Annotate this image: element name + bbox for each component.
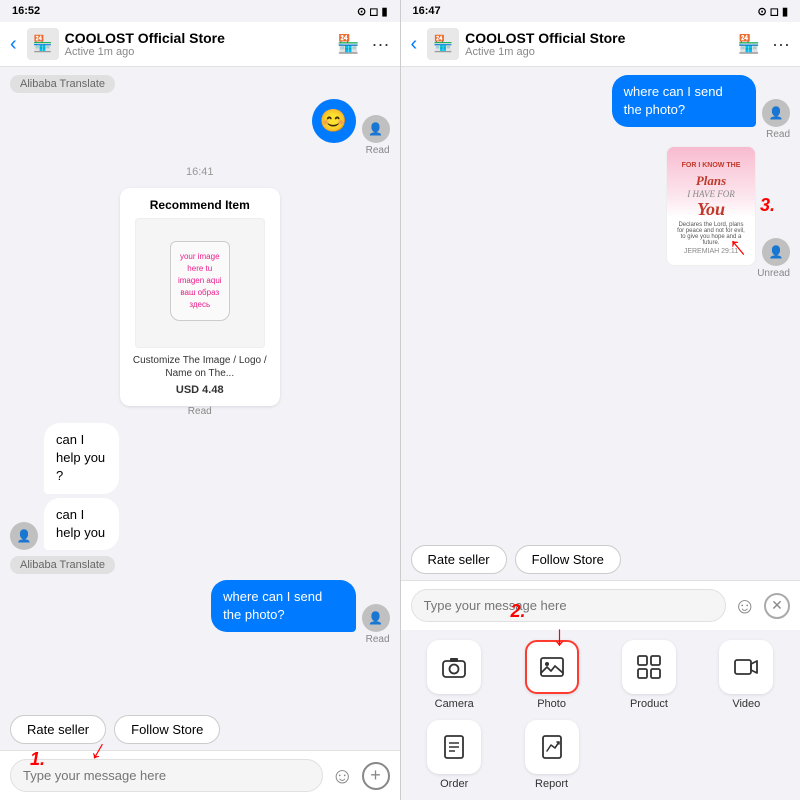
camera-label: Camera [435,698,474,710]
quick-actions-right: Rate seller Follow Store [401,539,800,580]
close-icon-right[interactable]: ✕ [764,593,790,619]
back-button-left[interactable]: ‹ [6,33,21,56]
active-status-right: Active 1m ago [465,46,731,58]
report-label: Report [535,778,568,790]
header-actions-right: 🏪 ··· [738,34,790,55]
plus-icon-left[interactable]: + [362,762,390,790]
report-icon-box[interactable] [525,720,579,774]
video-icon-box[interactable] [719,640,773,694]
photo-label: Photo [537,698,566,710]
read-label-2: Read [188,406,212,417]
user-avatar-left: 👤 [362,115,390,143]
photo-icon [538,653,566,681]
status-time-left: 16:52 [12,5,40,17]
flower-card-text: FOR I KNOW THE [678,158,745,173]
media-report[interactable]: Report [508,720,595,790]
media-grid: Camera Photo Product [401,630,800,800]
user-bubble-right: where can I send the photo? [612,75,756,127]
video-label: Video [732,698,760,710]
chat-area-right: 👤 where can I send the photo? Read 👤 FOR… [401,67,800,539]
flower-for: I HAVE FOR [687,189,735,199]
chat-area-left: Alibaba Translate 👤 😊 Read 16:41 Recomme… [0,67,400,709]
store-name-left: COOLOST Official Store [65,30,331,46]
read-label-right: Read [766,129,790,140]
flower-you: You [697,199,725,220]
media-camera[interactable]: Camera [411,640,498,710]
input-area-left: ☺ + [0,750,400,800]
status-icons-right: ⊙ ◻ ▮ [757,5,788,18]
flower-title: Plans [696,173,726,189]
store-action-icon-right[interactable]: 🏪 [738,34,760,55]
header-actions-left: 🏪 ··· [337,34,389,55]
store-avatar-1: 👤 [10,522,38,550]
unread-label-right: Unread [757,268,790,279]
store-icon-left: 🏪 [27,28,59,60]
back-button-right[interactable]: ‹ [407,33,422,56]
store-msg-row-1: 👤 can I help you ? can I help you [10,423,390,550]
chat-header-right: ‹ 🏪 COOLOST Official Store Active 1m ago… [401,22,800,67]
camera-icon-box[interactable] [427,640,481,694]
media-order[interactable]: Order [411,720,498,790]
recommend-desc: Customize The Image / Logo / Name on The… [130,354,270,380]
emoji-bubble: 😊 [312,99,356,143]
flower-image-card: FOR I KNOW THE Plans I HAVE FOR You Decl… [666,146,756,266]
more-icon-right[interactable]: ··· [772,34,790,55]
order-icon [440,733,468,761]
report-icon [538,733,566,761]
status-bar-right: 16:47 ⊙ ◻ ▮ [401,0,800,22]
photo-icon-box[interactable] [525,640,579,694]
order-label: Order [440,778,468,790]
media-product[interactable]: Product [605,640,692,710]
recommend-img-text: your image here tu imagen aqui ваш образ… [162,233,238,333]
read-label-3: Read [366,634,390,645]
store-icon-right: 🏪 [427,28,459,60]
header-info-right: COOLOST Official Store Active 1m ago [465,30,731,58]
video-icon [732,653,760,681]
store-avatar-right: 👤 [762,238,790,266]
emoji-icon-left[interactable]: ☺ [331,763,353,789]
store-bubble-2: can I help you [44,498,119,550]
store-msg-group: can I help you ? can I help you [44,423,160,550]
rate-seller-btn-right[interactable]: Rate seller [411,545,507,574]
media-photo[interactable]: Photo [508,640,595,710]
translate-badge-1: Alibaba Translate [10,75,115,93]
user-avatar-2: 👤 [362,604,390,632]
status-icons-left: ⊙ ◻ ▮ [357,5,388,18]
recommend-price: USD 4.48 [130,384,270,396]
follow-store-btn-right[interactable]: Follow Store [515,545,621,574]
more-icon-left[interactable]: ··· [372,34,390,55]
follow-store-btn-left[interactable]: Follow Store [114,715,220,744]
rate-seller-btn-left[interactable]: Rate seller [10,715,106,744]
quick-actions-left: Rate seller Follow Store [0,709,400,750]
active-status-left: Active 1m ago [65,46,331,58]
emoji-icon-right[interactable]: ☺ [734,593,756,619]
recommend-title: Recommend Item [130,198,270,212]
header-info-left: COOLOST Official Store Active 1m ago [65,30,331,58]
input-area-right: ☺ ✕ [401,580,800,630]
product-icon-box[interactable] [622,640,676,694]
status-bar-left: 16:52 ⊙ ◻ ▮ [0,0,400,22]
recommend-card: Recommend Item your image here tu imagen… [120,188,280,406]
backpack-text: your image here tu imagen aqui ваш образ… [171,247,229,315]
user-bubble-1: where can I send the photo? [211,580,355,632]
timestamp-1641: 16:41 [10,166,390,178]
flower-ref: JEREMIAH 29:11 [684,248,738,255]
message-input-right[interactable] [411,589,726,622]
status-time-right: 16:47 [413,5,441,17]
translate-badge-2: Alibaba Translate [10,556,115,574]
product-icon [635,653,663,681]
message-input-left[interactable] [10,759,323,792]
order-icon-box[interactable] [427,720,481,774]
product-label: Product [630,698,668,710]
media-video[interactable]: Video [703,640,790,710]
flower-verse: Declares the Lord, plans for peace and n… [673,220,749,248]
camera-icon [440,653,468,681]
store-bubble-1: can I help you ? [44,423,119,494]
recommend-image: your image here tu imagen aqui ваш образ… [135,218,265,348]
user-avatar-right: 👤 [762,99,790,127]
store-action-icon-left[interactable]: 🏪 [337,34,359,55]
read-label-1: Read [366,145,390,156]
store-name-right: COOLOST Official Store [465,30,731,46]
chat-header-left: ‹ 🏪 COOLOST Official Store Active 1m ago… [0,22,400,67]
